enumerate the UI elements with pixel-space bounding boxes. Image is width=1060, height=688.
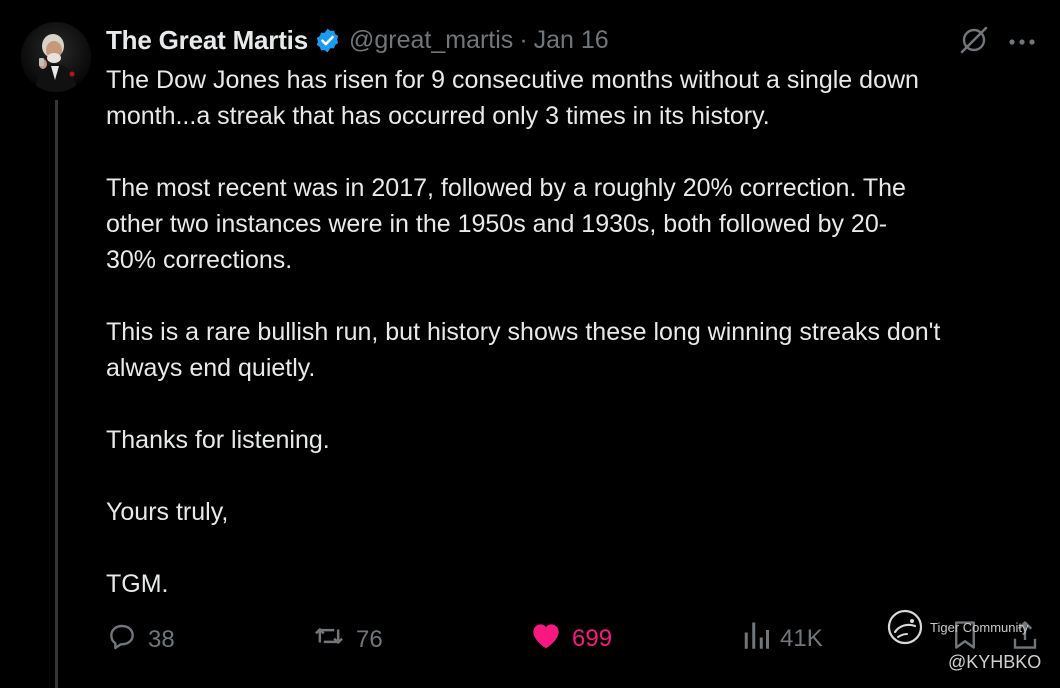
tweet-text: The Dow Jones has risen for 9 consecutiv… bbox=[106, 66, 941, 598]
tweet-top-icons bbox=[958, 24, 1036, 61]
header-separator: · bbox=[519, 25, 528, 54]
grok-icon[interactable] bbox=[958, 24, 990, 61]
reply-icon bbox=[106, 620, 138, 659]
author-handle[interactable]: @great_martis bbox=[349, 26, 513, 55]
author-avatar[interactable] bbox=[21, 22, 91, 92]
like-count: 699 bbox=[572, 624, 613, 652]
tiger-logo-icon bbox=[886, 608, 924, 646]
repost-icon bbox=[312, 620, 346, 659]
thread-connector-line bbox=[55, 100, 58, 688]
reply-count: 38 bbox=[148, 625, 175, 653]
reply-button[interactable]: 38 bbox=[106, 620, 175, 659]
tweet-date[interactable]: Jan 16 bbox=[534, 26, 609, 55]
author-display-name[interactable]: The Great Martis bbox=[106, 25, 308, 56]
watermark-handle: @KYHBKO bbox=[948, 652, 1042, 672]
heart-icon bbox=[530, 620, 562, 657]
repost-count: 76 bbox=[356, 625, 383, 653]
views-button[interactable]: 41K bbox=[742, 620, 823, 657]
like-button[interactable]: 699 bbox=[530, 620, 612, 657]
views-count: 41K bbox=[780, 624, 823, 652]
tweet-card[interactable]: The Great Martis @great_martis · Jan 16 bbox=[0, 0, 1060, 688]
repost-button[interactable]: 76 bbox=[312, 620, 383, 659]
tweet-header: The Great Martis @great_martis · Jan 16 bbox=[106, 22, 609, 58]
tiger-community-watermark: Tiger Community @KYHBKO bbox=[886, 608, 1046, 678]
verified-badge-icon[interactable] bbox=[314, 27, 341, 54]
views-chart-icon bbox=[742, 620, 770, 657]
more-options-icon[interactable] bbox=[1008, 34, 1036, 52]
portrait-image bbox=[21, 22, 91, 92]
watermark-brand: Tiger Community bbox=[930, 620, 1029, 635]
